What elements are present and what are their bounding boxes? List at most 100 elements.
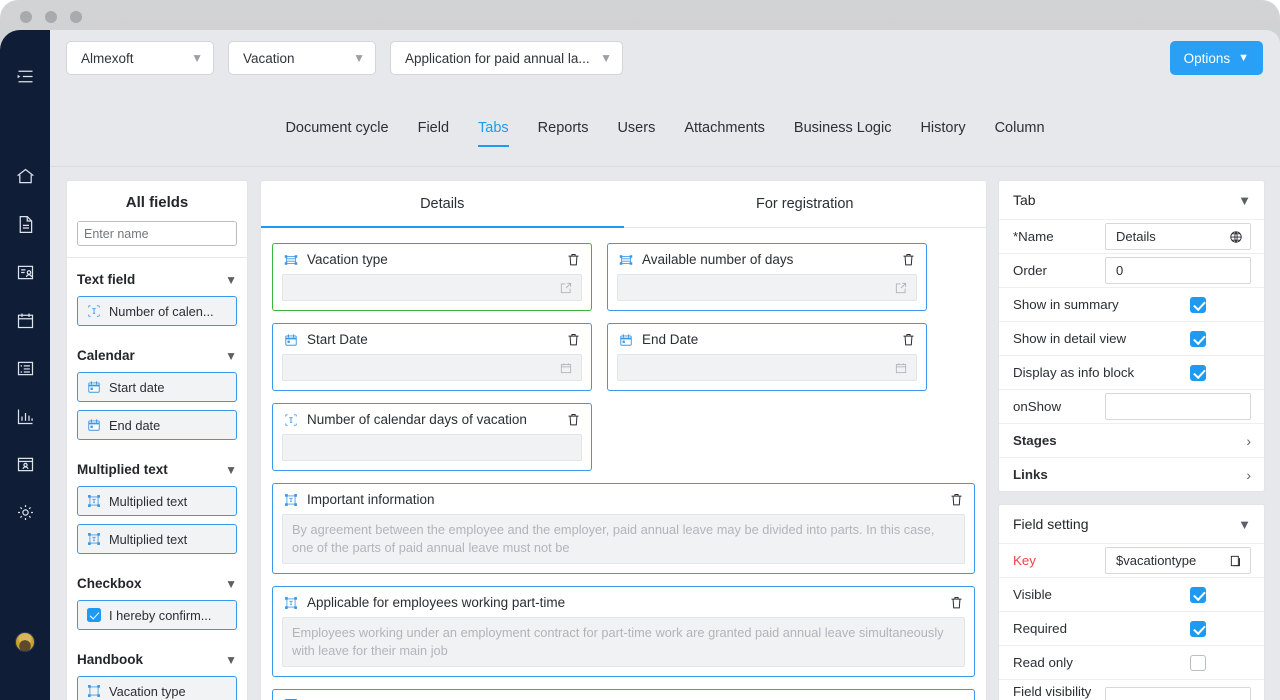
form-field-end-date[interactable]: End Date: [607, 323, 927, 391]
field-visibility-condition-input[interactable]: [1105, 686, 1251, 700]
field-input[interactable]: [282, 274, 582, 301]
tab-order-input[interactable]: 0: [1105, 257, 1251, 284]
list-item[interactable]: Multiplied text: [77, 524, 237, 554]
required-checkbox[interactable]: [1190, 620, 1206, 637]
breadcrumb-document-select[interactable]: Application for paid annual la... ▼: [390, 41, 623, 75]
delete-icon[interactable]: [566, 332, 581, 347]
form-field-vacation-type[interactable]: Vacation type: [272, 243, 592, 311]
field-input[interactable]: [617, 274, 917, 301]
search-input[interactable]: [78, 222, 236, 245]
settings-gear-icon[interactable]: [11, 498, 39, 526]
field-setting-header[interactable]: Field setting ▼: [999, 505, 1264, 543]
breadcrumb-module-select[interactable]: Vacation ▼: [228, 41, 376, 75]
app-surface: Almexoft ▼ Vacation ▼ Application for pa…: [50, 30, 1280, 700]
show-in-summary-checkbox[interactable]: [1190, 296, 1206, 313]
minimize-button[interactable]: [45, 11, 57, 23]
employee-board-icon[interactable]: [11, 450, 39, 478]
tab-name-input[interactable]: Details: [1105, 223, 1251, 250]
list-item[interactable]: Multiplied text: [77, 486, 237, 516]
read-only-checkbox[interactable]: [1190, 654, 1206, 671]
chevron-down-icon[interactable]: ▼: [1238, 193, 1251, 208]
group-checkbox[interactable]: Checkbox ▼: [77, 562, 237, 600]
calendar-picker-icon[interactable]: [559, 361, 573, 375]
delete-icon[interactable]: [949, 492, 964, 507]
form-area: Vacation type Available number of days S…: [261, 228, 986, 700]
field-label: Start Date: [307, 332, 368, 347]
form-field-important-information[interactable]: Important information By agreement betwe…: [272, 483, 975, 574]
tab-attachments[interactable]: Attachments: [684, 120, 765, 147]
field-header: Vacation type: [273, 244, 591, 274]
stages-row[interactable]: Stages ›: [999, 423, 1264, 457]
canvas-tab-for-registration[interactable]: For registration: [624, 181, 987, 227]
home-icon[interactable]: [11, 162, 39, 190]
maximize-button[interactable]: [70, 11, 82, 23]
list-item[interactable]: Vacation type: [77, 676, 237, 700]
display-as-info-block-checkbox[interactable]: [1190, 364, 1206, 381]
form-field-confirm-acquaintance[interactable]: I hereby confirm my acquaintance I hereb…: [272, 689, 975, 700]
onshow-input[interactable]: [1105, 393, 1251, 420]
calendar-icon[interactable]: [11, 306, 39, 334]
contact-card-icon[interactable]: [11, 258, 39, 286]
list-item[interactable]: Number of calen...: [77, 296, 237, 326]
options-button[interactable]: Options ▼: [1169, 41, 1263, 75]
tab-tabs[interactable]: Tabs: [478, 120, 509, 147]
field-visibility-condition-row: Field visibility condition: [999, 679, 1264, 700]
tab-document-cycle[interactable]: Document cycle: [285, 120, 388, 147]
checkbox-checked-icon: [87, 608, 101, 622]
group-calendar[interactable]: Calendar ▼: [77, 334, 237, 372]
tab-settings-header[interactable]: Tab ▼: [999, 181, 1264, 219]
form-field-start-date[interactable]: Start Date: [272, 323, 592, 391]
calendar-picker-icon[interactable]: [894, 361, 908, 375]
group-text-field[interactable]: Text field ▼: [77, 258, 237, 296]
close-button[interactable]: [20, 11, 32, 23]
list-item[interactable]: End date: [77, 410, 237, 440]
list-item[interactable]: I hereby confirm...: [77, 600, 237, 630]
tab-business-logic[interactable]: Business Logic: [794, 120, 892, 147]
field-textarea[interactable]: Employees working under an employment co…: [282, 617, 965, 667]
tab-reports[interactable]: Reports: [538, 120, 589, 147]
delete-icon[interactable]: [949, 595, 964, 610]
form-field-available-days[interactable]: Available number of days: [607, 243, 927, 311]
group-multiplied-text[interactable]: Multiplied text ▼: [77, 448, 237, 486]
field-input[interactable]: [282, 434, 582, 461]
visible-checkbox[interactable]: [1190, 586, 1206, 603]
field-label: Applicable for employees working part-ti…: [307, 595, 566, 610]
form-field-applicable-part-time[interactable]: Applicable for employees working part-ti…: [272, 586, 975, 677]
tab-field[interactable]: Field: [418, 120, 449, 147]
menu-collapse-icon[interactable]: [11, 62, 39, 90]
form-field-number-of-days[interactable]: Number of calendar days of vacation: [272, 403, 592, 471]
analytics-icon[interactable]: [11, 402, 39, 430]
tab-users[interactable]: Users: [617, 120, 655, 147]
breadcrumb-module-label: Vacation: [243, 50, 295, 66]
list-item-label: Number of calen...: [109, 303, 214, 319]
chevron-right-icon: ›: [1246, 432, 1251, 449]
read-only-row: Read only: [999, 645, 1264, 679]
key-input[interactable]: $vacationtype: [1105, 547, 1251, 574]
delete-icon[interactable]: [566, 412, 581, 427]
tab-history[interactable]: History: [920, 120, 965, 147]
delete-icon[interactable]: [901, 252, 916, 267]
list-icon[interactable]: [11, 354, 39, 382]
options-button-label: Options: [1183, 50, 1231, 66]
breadcrumb-org-select[interactable]: Almexoft ▼: [66, 41, 214, 75]
list-item[interactable]: Start date: [77, 372, 237, 402]
globe-icon[interactable]: [1229, 230, 1243, 244]
copy-icon[interactable]: [1229, 554, 1243, 568]
all-fields-panel: All fields Text field ▼ Number of calen: [66, 180, 248, 700]
tab-column[interactable]: Column: [995, 120, 1045, 147]
canvas-tab-details[interactable]: Details: [261, 181, 624, 228]
show-in-detail-view-checkbox[interactable]: [1190, 330, 1206, 347]
group-handbook[interactable]: Handbook ▼: [77, 638, 237, 676]
delete-icon[interactable]: [901, 332, 916, 347]
chevron-down-icon[interactable]: ▼: [1238, 517, 1251, 532]
field-textarea[interactable]: By agreement between the employee and th…: [282, 514, 965, 564]
links-row[interactable]: Links ›: [999, 457, 1264, 491]
delete-icon[interactable]: [566, 252, 581, 267]
field-input[interactable]: [617, 354, 917, 381]
field-input[interactable]: [282, 354, 582, 381]
picker-open-icon[interactable]: [894, 281, 908, 295]
field-header: Available number of days: [608, 244, 926, 274]
picker-open-icon[interactable]: [559, 281, 573, 295]
document-icon[interactable]: [11, 210, 39, 238]
avatar[interactable]: [15, 632, 35, 652]
